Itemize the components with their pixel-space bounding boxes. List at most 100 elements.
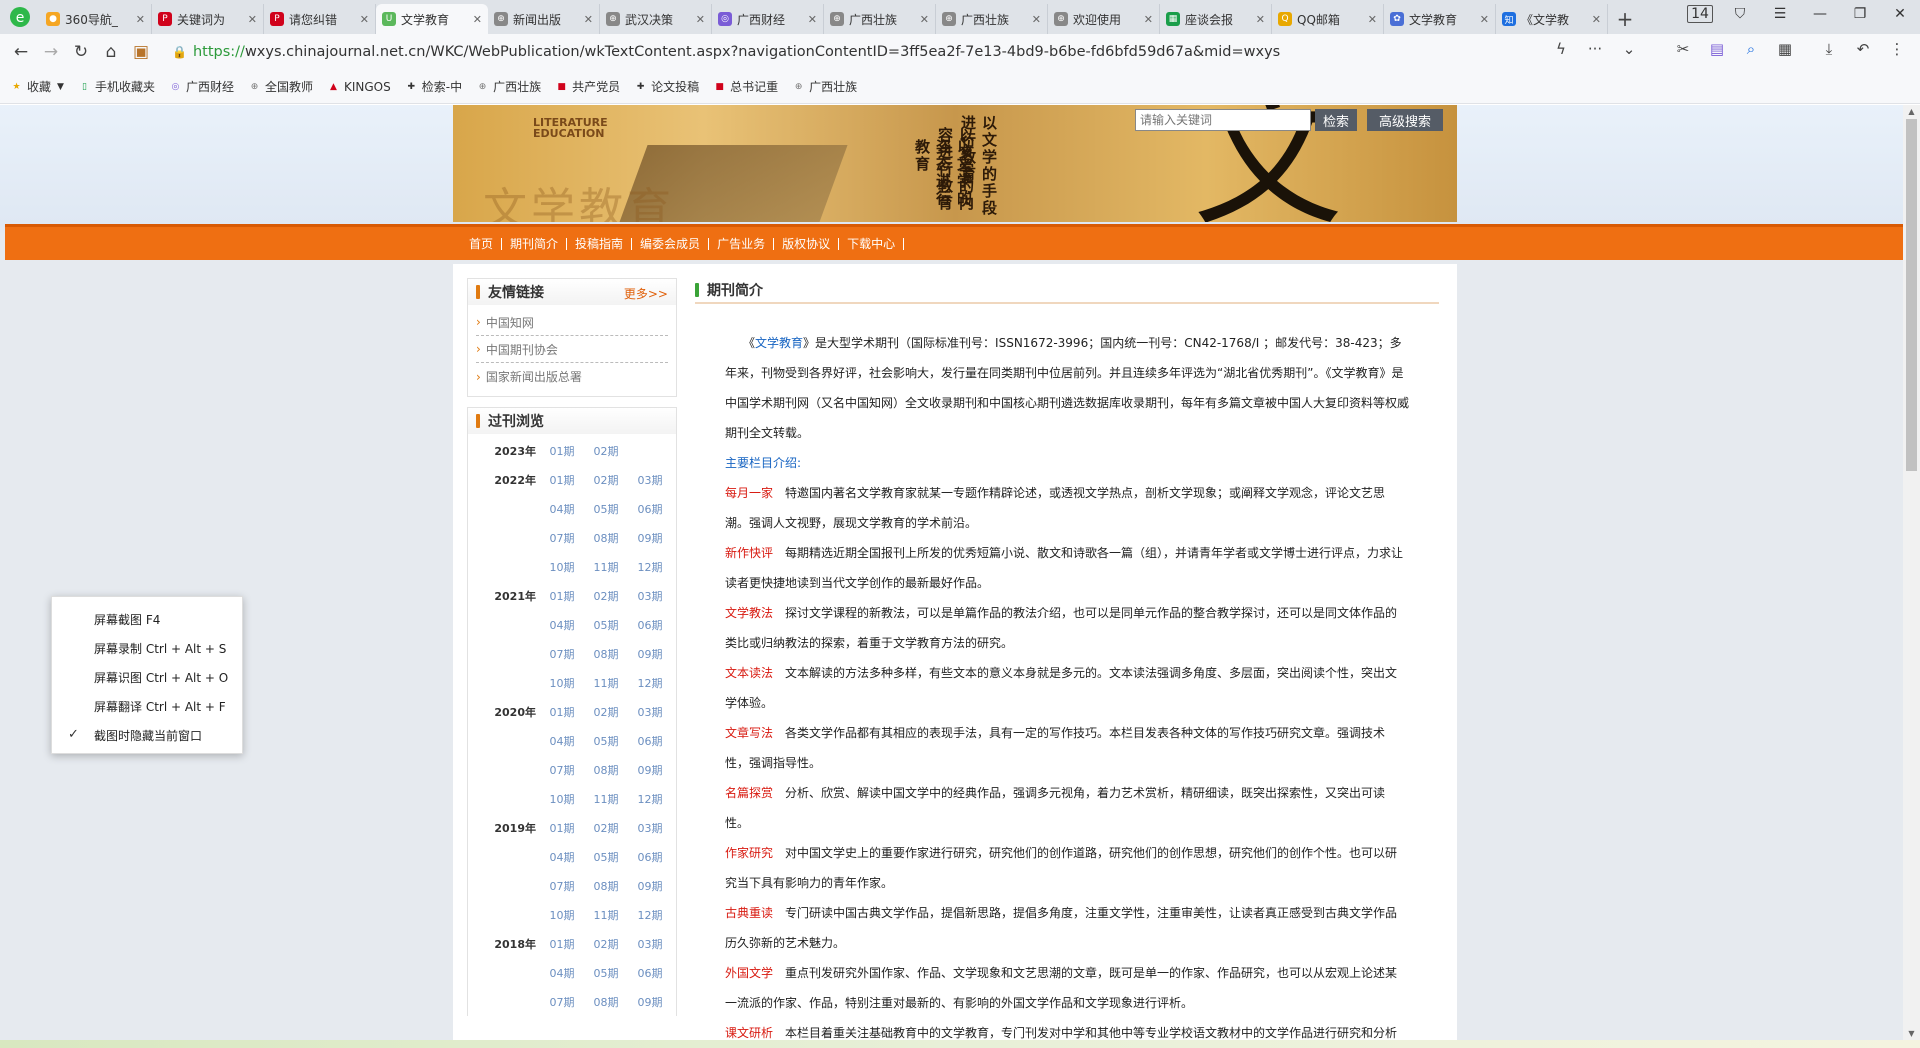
archive-issue-link[interactable]: 02期 [584,588,628,604]
archive-issue-link[interactable]: 11期 [584,791,628,807]
url-field[interactable]: 🔒 https://wxys.chinajournal.net.cn/WKC/W… [172,39,1662,65]
archive-issue-link[interactable]: 08期 [584,646,628,662]
restore-button[interactable]: ❐ [1840,6,1880,22]
archive-issue-link[interactable]: 02期 [584,820,628,836]
archive-issue-link[interactable]: 09期 [628,530,672,546]
lightning-icon[interactable]: ϟ [1544,40,1578,58]
archive-issue-link[interactable]: 05期 [584,849,628,865]
close-tab-icon[interactable]: ✕ [360,13,369,26]
close-tab-icon[interactable]: ✕ [696,13,705,26]
bookmark-item[interactable]: ⊕ 全国教师 [248,78,313,95]
close-tab-icon[interactable]: ✕ [1256,13,1265,26]
context-menu-item[interactable]: ✓ 截图时隐藏当前窗口 [52,721,242,750]
nav-item[interactable]: 编委会成员 [632,237,710,250]
bookmark-item[interactable]: ■ 共产党员 [555,78,620,95]
download-icon[interactable]: ⤓ [1812,40,1846,58]
archive-issue-link[interactable]: 09期 [628,994,672,1010]
archive-issue-link[interactable]: 01期 [540,472,584,488]
archive-issue-link[interactable]: 03期 [628,820,672,836]
site-search-input[interactable] [1135,109,1311,131]
close-tab-icon[interactable]: ✕ [808,13,817,26]
archive-issue-link[interactable]: 03期 [628,588,672,604]
vertical-scrollbar[interactable]: ▲ ▼ [1903,105,1920,1040]
archive-issue-link[interactable]: 03期 [628,704,672,720]
context-menu-item[interactable]: 屏幕翻译 Ctrl + Alt + F [52,692,242,721]
archive-issue-link[interactable]: 06期 [628,733,672,749]
archive-issue-link[interactable]: 02期 [584,443,628,459]
archive-issue-link[interactable]: 11期 [584,907,628,923]
archive-issue-link[interactable]: 05期 [584,501,628,517]
archive-issue-link[interactable]: 02期 [584,936,628,952]
archive-issue-link[interactable]: 10期 [540,559,584,575]
close-tab-icon[interactable]: ✕ [248,13,257,26]
archive-issue-link[interactable]: 09期 [628,762,672,778]
journal-link[interactable]: 文学教育 [755,336,803,350]
browser-tab[interactable]: Q QQ邮箱 ✕ [1272,4,1384,34]
archive-issue-link[interactable]: 07期 [540,878,584,894]
archive-issue-link[interactable]: 05期 [584,965,628,981]
archive-issue-link[interactable]: 04期 [540,501,584,517]
archive-issue-link[interactable]: 10期 [540,907,584,923]
apps-icon[interactable]: ▦ [1768,40,1802,58]
close-window-button[interactable]: ✕ [1880,6,1920,22]
archive-issue-link[interactable]: 12期 [628,791,672,807]
nav-item[interactable]: 版权协议 [774,237,840,250]
more-icon[interactable]: ··· [1578,40,1612,58]
archive-issue-link[interactable]: 04期 [540,965,584,981]
home-icon[interactable]: ⌂ [96,42,126,62]
bookmark-item[interactable]: ◎ 广西财经 [169,78,234,95]
archive-issue-link[interactable]: 09期 [628,878,672,894]
nav-item[interactable]: 广告业务 [709,237,775,250]
close-tab-icon[interactable]: ✕ [1032,13,1041,26]
browser-tab[interactable]: ⊕ 新闻出版 ✕ [488,4,600,34]
bookmark-item[interactable]: ✚ 论文投稿 [634,78,699,95]
archive-issue-link[interactable]: 02期 [584,472,628,488]
bookmark-item[interactable]: ■ 总书记重 [713,78,778,95]
context-menu-item[interactable]: 屏幕截图 F4 [52,605,242,634]
context-menu-item[interactable]: 屏幕录制 Ctrl + Alt + S [52,634,242,663]
bookmark-item[interactable]: ✚ 检索-中 [405,78,462,95]
archive-issue-link[interactable]: 04期 [540,733,584,749]
archive-issue-link[interactable]: 01期 [540,936,584,952]
bookmark-item[interactable]: ★ 收藏 ▼ [10,78,64,95]
search-icon[interactable]: ⌕ [1734,40,1768,58]
browser-tab[interactable]: P 请您纠错 ✕ [264,4,376,34]
archive-issue-link[interactable]: 03期 [628,936,672,952]
browser-tab[interactable]: ✿ 文学教育 ✕ [1384,4,1496,34]
skin-icon[interactable]: ⛉ [1720,6,1760,22]
browser-tab[interactable]: ⊕ 武汉决策 ✕ [600,4,712,34]
friend-link[interactable]: 中国期刊协会 [476,336,668,363]
archive-issue-link[interactable]: 06期 [628,617,672,633]
wallet-icon[interactable]: ▣ [126,42,156,62]
close-tab-icon[interactable]: ✕ [1368,13,1377,26]
advanced-search-button[interactable]: 高级搜索 [1367,109,1444,131]
browser-tab[interactable]: ⊕ 广西壮族 ✕ [936,4,1048,34]
browser-tab[interactable]: ▦ 座谈会报 ✕ [1160,4,1272,34]
close-tab-icon[interactable]: ✕ [920,13,929,26]
scrollbar-thumb[interactable] [1906,119,1917,471]
browser-tab[interactable]: 知《文学教 ✕ [1496,4,1608,34]
chevron-down-icon[interactable]: ▼ [57,82,64,92]
friend-link[interactable]: 国家新闻出版总署 [476,363,668,390]
archive-issue-link[interactable]: 07期 [540,530,584,546]
browser-tab[interactable]: P 关键词为 ✕ [152,4,264,34]
chevron-down-icon[interactable]: ⌄ [1612,40,1646,58]
more-link[interactable]: 更多>> [624,285,668,302]
menu-icon[interactable]: ☰ [1760,6,1800,22]
bookmark-item[interactable]: ▯ 手机收藏夹 [78,78,155,95]
nav-item[interactable]: 下载中心 [839,237,905,250]
new-tab-button[interactable]: + [1608,4,1642,34]
archive-issue-link[interactable]: 12期 [628,559,672,575]
minimize-button[interactable]: — [1800,6,1840,22]
archive-issue-link[interactable]: 07期 [540,994,584,1010]
bookmark-item[interactable]: ⊕ 广西壮族 [476,78,541,95]
archive-issue-link[interactable]: 07期 [540,646,584,662]
archive-issue-link[interactable]: 08期 [584,530,628,546]
archive-issue-link[interactable]: 11期 [584,675,628,691]
browser-tab[interactable]: ⊕ 广西壮族 ✕ [824,4,936,34]
context-menu-item[interactable]: 屏幕识图 Ctrl + Alt + O [52,663,242,692]
bookmark-item[interactable]: ⊕ 广西壮族 [792,78,857,95]
browser-tab[interactable]: ● 360导航_ ✕ [40,4,152,34]
archive-issue-link[interactable]: 06期 [628,965,672,981]
friend-link[interactable]: 中国知网 [476,309,668,336]
